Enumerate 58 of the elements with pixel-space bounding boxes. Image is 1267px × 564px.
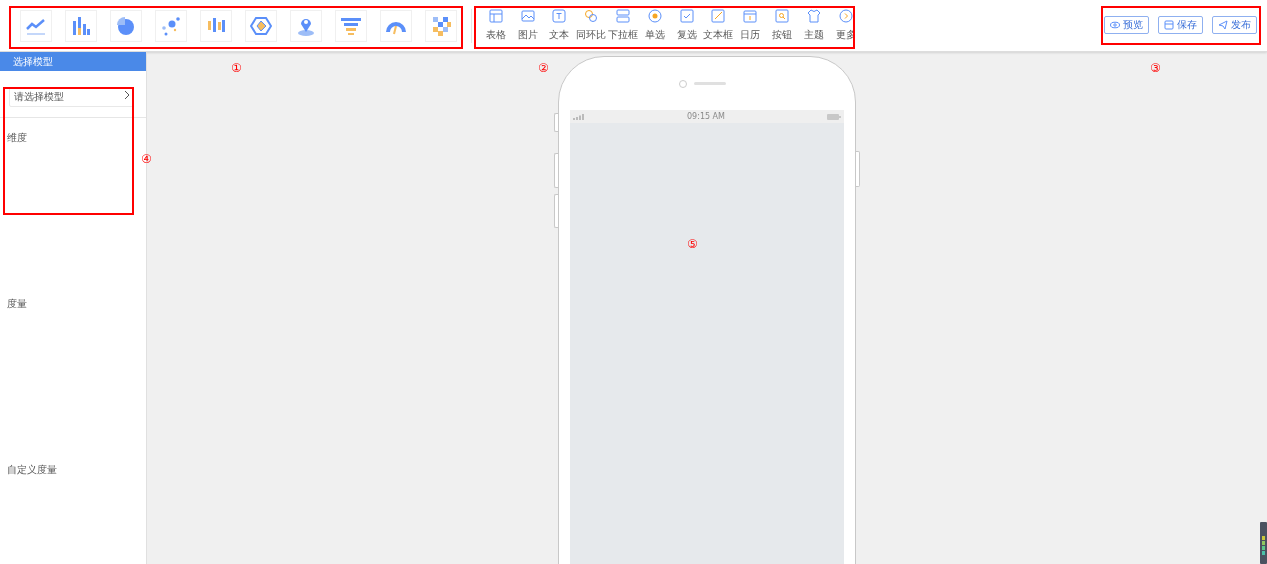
shirt-icon [806,9,821,23]
overlapping-circles-icon [584,9,599,23]
checkbox-icon [679,9,694,23]
annotation-number: ④ [141,153,152,165]
line-chart-button[interactable] [20,9,52,42]
section-label: 度量 [7,298,27,309]
radio-component-button[interactable]: 单选 [639,9,671,42]
text-component-button[interactable]: 文本 [543,9,576,42]
textbox-component-button[interactable]: 文本框 [702,9,735,42]
save-button[interactable]: 保存 [1158,16,1203,34]
publish-button[interactable]: 发布 [1212,16,1257,34]
compare-component-button[interactable]: 同环比 [575,9,608,42]
funnel-chart-button[interactable] [335,9,367,42]
section-label: 维度 [7,132,27,143]
heatmap-chart-button[interactable] [425,9,457,42]
search-box-icon [775,9,790,23]
chevron-circle-icon [838,9,853,23]
radar-chart-button[interactable] [245,9,277,42]
radio-icon [647,9,662,23]
pie-chart-button[interactable] [110,9,142,42]
sidebar-header: 选择模型 [0,52,146,71]
preview-button[interactable]: 预览 [1104,16,1149,34]
paper-plane-icon [1218,20,1228,30]
hexagon-icon [250,14,272,37]
annotation-number: ⑤ [687,238,698,250]
bar-chart-icon [70,14,92,37]
image-icon [520,9,535,23]
dropdown-component-button[interactable]: 下拉框 [607,9,639,42]
button-component-button[interactable]: 按钮 [766,9,798,42]
level-meter-icon [1260,522,1267,564]
bar-chart-button[interactable] [65,9,97,42]
scatter-chart-button[interactable] [155,9,187,42]
battery-icon [827,113,841,120]
eye-icon [1110,20,1120,30]
heatmap-icon [430,14,452,37]
status-time: 09:15 AM [687,112,725,121]
annotation-number: ① [231,62,242,74]
calendar-component-button[interactable]: 日历 [734,9,767,42]
map-chart-button[interactable] [290,9,322,42]
gauge-chart-button[interactable] [380,9,412,42]
checkbox-component-button[interactable]: 复选 [670,9,703,42]
annotation-number: ② [538,62,549,74]
scatter-plot-icon [160,14,182,37]
signal-icon [573,113,585,120]
calendar-icon [743,9,758,23]
table-icon [488,9,503,23]
chevron-icon [124,90,130,100]
candlestick-chart-button[interactable] [200,9,232,42]
image-component-button[interactable]: 图片 [511,9,544,42]
section-label: 自定义度量 [7,464,57,475]
table-component-button[interactable]: 表格 [480,9,512,42]
pencil-box-icon [711,9,726,23]
annotation-number: ③ [1150,62,1161,74]
pie-chart-icon [115,14,137,37]
dropdown-icon [616,9,631,23]
save-icon [1164,20,1174,30]
text-icon [552,9,567,23]
theme-component-button[interactable]: 主题 [797,9,830,42]
